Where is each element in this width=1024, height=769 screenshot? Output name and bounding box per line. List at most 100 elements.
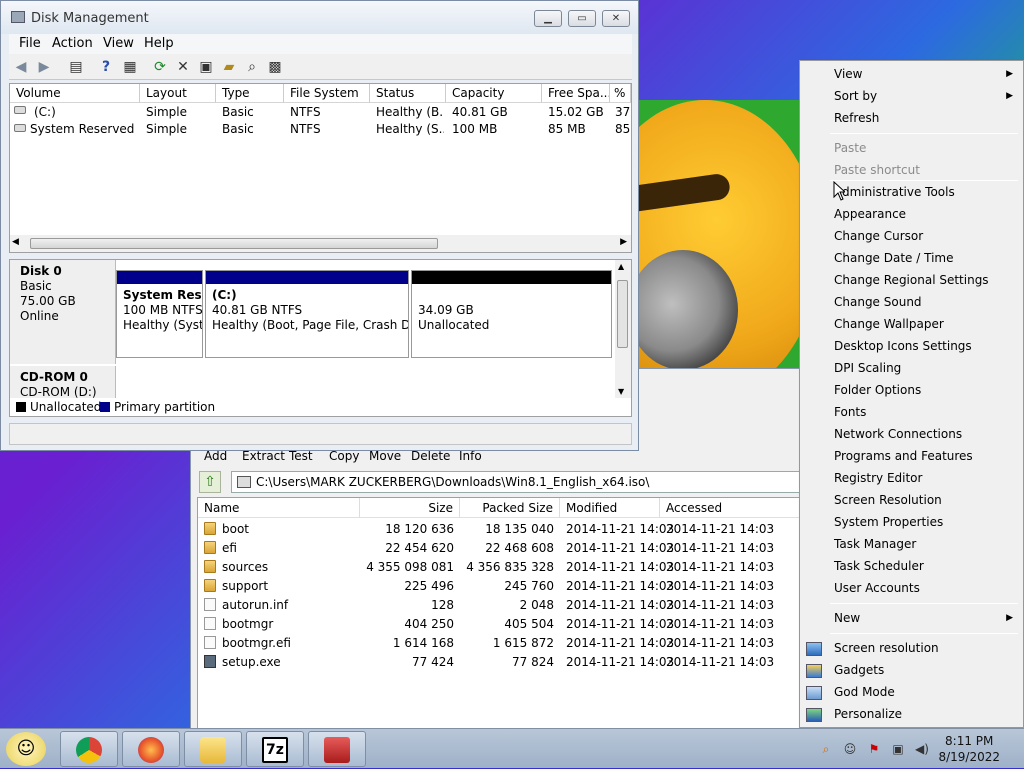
- properties-pane-icon[interactable]: ▦: [121, 58, 139, 76]
- add-button[interactable]: Add: [204, 449, 227, 463]
- taskbar-chrome[interactable]: [60, 731, 118, 767]
- menu-user-accounts[interactable]: User Accounts: [834, 581, 920, 595]
- scroll-right-icon[interactable]: ▶: [620, 237, 627, 247]
- menu-gadgets[interactable]: Gadgets: [834, 663, 884, 677]
- menu-sort-by[interactable]: Sort by: [834, 89, 877, 103]
- taskbar-7zip[interactable]: 7z: [246, 731, 304, 767]
- minimize-button[interactable]: ▁: [534, 10, 562, 27]
- info-button[interactable]: Info: [459, 449, 482, 463]
- help-icon[interactable]: ?: [97, 58, 115, 76]
- menu-dpi-scaling[interactable]: DPI Scaling: [834, 361, 901, 375]
- scroll-thumb[interactable]: [617, 280, 628, 348]
- menu-screen-resolution[interactable]: Screen resolution: [834, 641, 939, 655]
- menu-view[interactable]: View: [103, 36, 134, 51]
- up-folder-icon[interactable]: ⇧: [199, 471, 221, 493]
- emoji-icon[interactable]: ☺: [842, 741, 858, 757]
- menu-file[interactable]: File: [19, 36, 41, 51]
- menu-change-sound[interactable]: Change Sound: [834, 295, 922, 309]
- file-row[interactable]: bootmgr.efi 1 614 168 1 615 872 2014-11-21 …: [198, 634, 798, 653]
- menu-god-mode[interactable]: God Mode: [834, 685, 895, 699]
- menu-screen-resolution[interactable]: Screen Resolution: [834, 493, 942, 507]
- back-icon[interactable]: ◀: [12, 58, 30, 76]
- volume-icon[interactable]: ◀): [914, 741, 930, 757]
- security-icon[interactable]: ⚑: [866, 741, 882, 757]
- start-button-icon[interactable]: ☺: [6, 732, 46, 766]
- delete-icon[interactable]: ✕: [174, 58, 192, 76]
- menu-administrative-tools[interactable]: Administrative Tools: [834, 185, 955, 199]
- close-button[interactable]: ✕: [602, 10, 630, 27]
- search-icon[interactable]: ⌕: [243, 58, 261, 76]
- col-packed-size[interactable]: Packed Size: [460, 498, 560, 518]
- menu-folder-options[interactable]: Folder Options: [834, 383, 921, 397]
- menu-action[interactable]: Action: [52, 36, 93, 51]
- col-volume[interactable]: Volume: [10, 84, 140, 103]
- path-field[interactable]: C:\Users\MARK ZUCKERBERG\Downloads\Win8.…: [231, 471, 803, 493]
- vertical-scrollbar[interactable]: ▲ ▼: [615, 260, 631, 398]
- menu-new[interactable]: New: [834, 611, 860, 625]
- file-row[interactable]: support 225 496 245 760 2014-11-21 14:03 201…: [198, 577, 798, 596]
- properties-icon[interactable]: ▣: [197, 58, 215, 76]
- console-tree-icon[interactable]: ▤: [67, 58, 85, 76]
- taskbar-disk-management[interactable]: [308, 731, 366, 767]
- col-capacity[interactable]: Capacity: [446, 84, 542, 103]
- scroll-down-icon[interactable]: ▼: [618, 387, 624, 396]
- move-button[interactable]: Move: [369, 449, 401, 463]
- open-icon[interactable]: ▰: [220, 58, 238, 76]
- settings-icon[interactable]: ▩: [266, 58, 284, 76]
- menu-task-scheduler[interactable]: Task Scheduler: [834, 559, 924, 573]
- col-type[interactable]: Type: [216, 84, 284, 103]
- col-size[interactable]: Size: [360, 498, 460, 518]
- col-status[interactable]: Status: [370, 84, 446, 103]
- horizontal-scrollbar[interactable]: ◀ ▶: [10, 235, 631, 252]
- clock[interactable]: 8:11 PM 8/19/2022: [938, 733, 1000, 765]
- menu-task-manager[interactable]: Task Manager: [834, 537, 916, 551]
- partition-unallocated[interactable]: 34.09 GB Unallocated: [411, 270, 612, 358]
- menu-system-properties[interactable]: System Properties: [834, 515, 943, 529]
- menu-refresh[interactable]: Refresh: [834, 111, 879, 125]
- col-modified[interactable]: Modified: [560, 498, 660, 518]
- taskbar-explorer[interactable]: [184, 731, 242, 767]
- menu-personalize[interactable]: Personalize: [834, 707, 902, 721]
- partition-c[interactable]: (C:) 40.81 GB NTFS Healthy (Boot, Page F…: [205, 270, 409, 358]
- file-row[interactable]: setup.exe 77 424 77 824 2014-11-21 14:03 201…: [198, 653, 798, 672]
- file-row[interactable]: bootmgr 404 250 405 504 2014-11-21 14:03 201…: [198, 615, 798, 634]
- menu-change-wallpaper[interactable]: Change Wallpaper: [834, 317, 944, 331]
- partition-system-reserved[interactable]: System Reser 100 MB NTFS Healthy (Syste: [116, 270, 203, 358]
- menu-change-cursor[interactable]: Change Cursor: [834, 229, 923, 243]
- network-icon[interactable]: ▣: [890, 741, 906, 757]
- menu-programs-and-features[interactable]: Programs and Features: [834, 449, 973, 463]
- col-accessed[interactable]: Accessed: [660, 498, 802, 518]
- col-file-system[interactable]: File System: [284, 84, 370, 103]
- file-row[interactable]: autorun.inf 128 2 048 2014-11-21 14:03 2014-…: [198, 596, 798, 615]
- disk0-label[interactable]: Disk 0 Basic 75.00 GB Online: [10, 260, 116, 364]
- menu-registry-editor[interactable]: Registry Editor: [834, 471, 922, 485]
- col-layout[interactable]: Layout: [140, 84, 216, 103]
- maximize-button[interactable]: ▭: [568, 10, 596, 27]
- file-row[interactable]: sources 4 355 098 081 4 356 835 328 2014-11…: [198, 558, 798, 577]
- menu-network-connections[interactable]: Network Connections: [834, 427, 962, 441]
- cdrom0-label[interactable]: CD-ROM 0 CD-ROM (D:): [10, 366, 116, 399]
- scroll-thumb[interactable]: [30, 238, 438, 249]
- menu-change-date-time[interactable]: Change Date / Time: [834, 251, 953, 265]
- scroll-left-icon[interactable]: ◀: [12, 237, 19, 247]
- forward-icon[interactable]: ▶: [35, 58, 53, 76]
- col-percent-free[interactable]: % F: [610, 84, 631, 103]
- copy-button[interactable]: Copy: [329, 449, 359, 463]
- menu-help[interactable]: Help: [144, 36, 174, 51]
- title-bar[interactable]: Disk Management ▁ ▭ ✕: [1, 1, 638, 34]
- file-row[interactable]: efi 22 454 620 22 468 608 2014-11-21 14:03 2…: [198, 539, 798, 558]
- delete-button[interactable]: Delete: [411, 449, 450, 463]
- search-icon[interactable]: ⌕: [818, 741, 834, 757]
- scroll-up-icon[interactable]: ▲: [618, 262, 624, 271]
- menu-desktop-icons-settings[interactable]: Desktop Icons Settings: [834, 339, 972, 353]
- menu-fonts[interactable]: Fonts: [834, 405, 866, 419]
- taskbar-firefox[interactable]: [122, 731, 180, 767]
- test-button[interactable]: Test: [289, 449, 313, 463]
- menu-appearance[interactable]: Appearance: [834, 207, 906, 221]
- refresh-icon[interactable]: ⟳: [151, 58, 169, 76]
- menu-change-regional-settings[interactable]: Change Regional Settings: [834, 273, 989, 287]
- extract-button[interactable]: Extract: [242, 449, 285, 463]
- file-row[interactable]: boot 18 120 636 18 135 040 2014-11-21 14:03…: [198, 520, 798, 539]
- col-free-space[interactable]: Free Spa...: [542, 84, 610, 103]
- menu-view[interactable]: View: [834, 67, 862, 81]
